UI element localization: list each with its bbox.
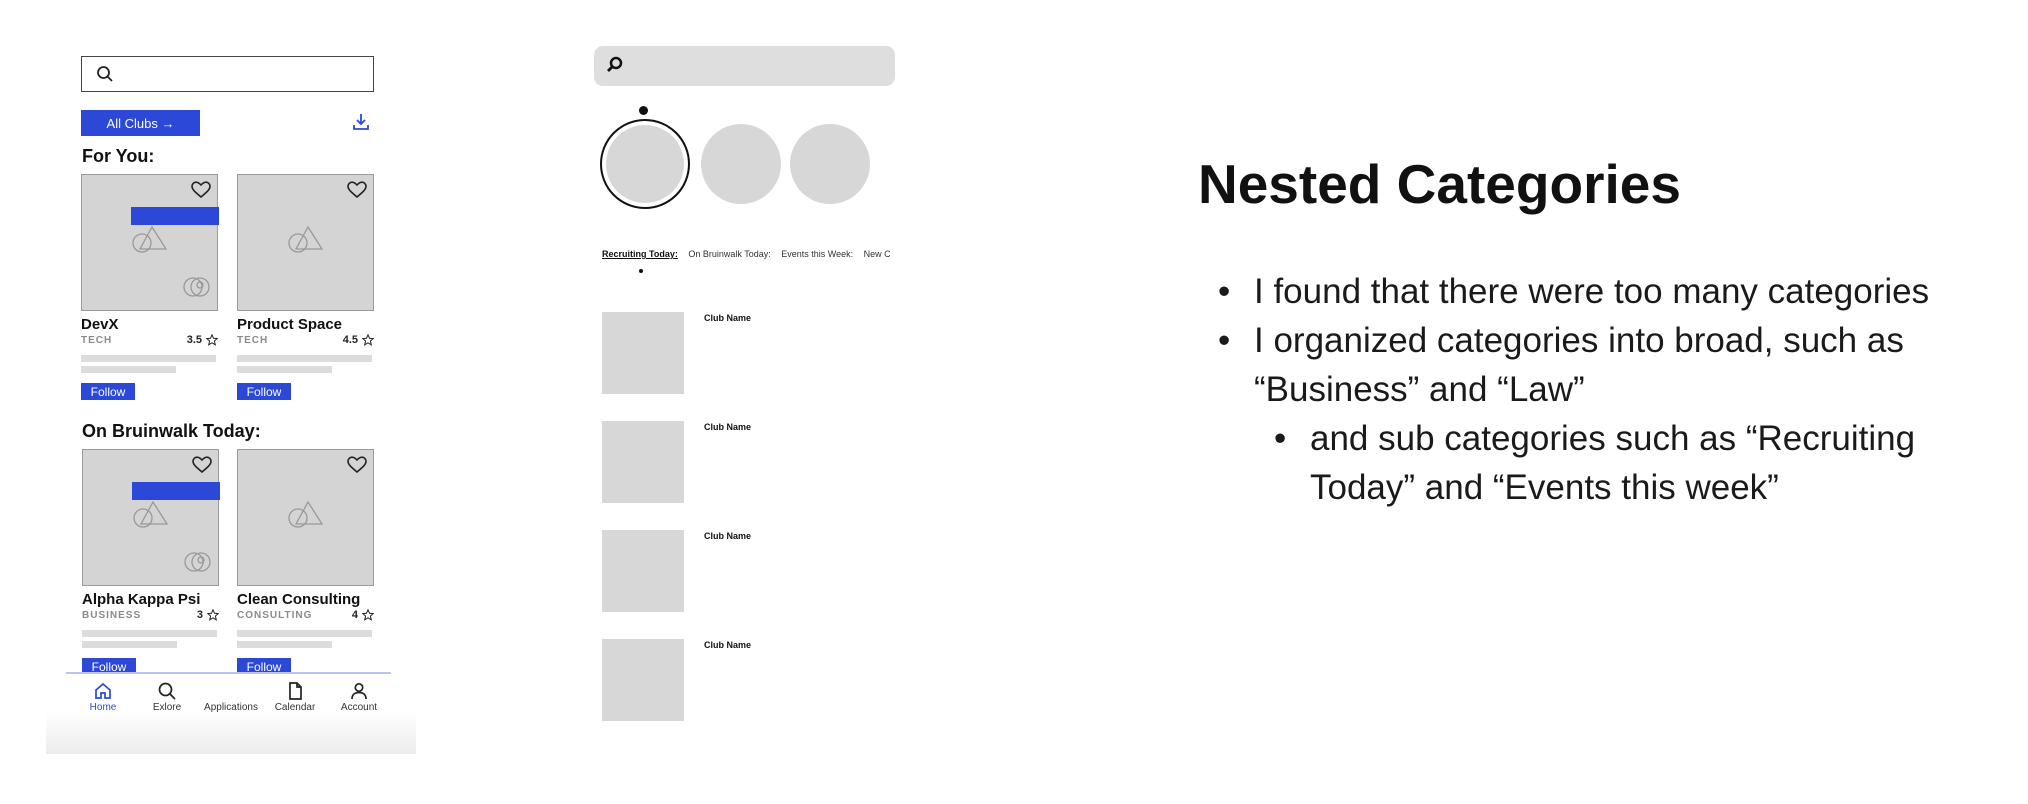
- rating-value: 4.5: [342, 334, 358, 346]
- text-placeholder-bar: [82, 641, 177, 648]
- search-icon: [96, 65, 114, 88]
- text-placeholder-bar: [237, 641, 332, 648]
- search-icon: [158, 682, 176, 700]
- club-list-name[interactable]: Club Name: [704, 640, 751, 650]
- club-name: Alpha Kappa Psi: [82, 591, 201, 608]
- slide-title: Nested Categories: [1198, 153, 1681, 215]
- club-rating: 3: [197, 609, 219, 621]
- club-image: [81, 174, 219, 311]
- featured-banner: [131, 207, 219, 225]
- club-image: [237, 174, 374, 311]
- search-icon: [605, 55, 625, 80]
- tab-active-indicator: [639, 269, 643, 273]
- rating-value: 3: [196, 609, 203, 621]
- text-placeholder-bar: [81, 366, 176, 373]
- story-active-indicator: [639, 106, 648, 115]
- nav-item-account[interactable]: Account: [324, 680, 394, 713]
- image-placeholder-icon: [288, 225, 324, 260]
- featured-banner: [132, 482, 220, 500]
- club-thumbnail[interactable]: [602, 530, 684, 612]
- club-list-name[interactable]: Club Name: [704, 422, 751, 432]
- star-icon: [206, 334, 218, 346]
- rating-value: 3.5: [186, 334, 202, 346]
- image-placeholder-icon: [288, 500, 324, 535]
- club-list-name[interactable]: Club Name: [704, 313, 751, 323]
- person-icon: [351, 682, 367, 700]
- bullet-item: I organized categories into broad, such …: [1218, 316, 1978, 414]
- star-icon: [362, 609, 374, 621]
- bullet-list: I found that there were too many categor…: [1218, 267, 1978, 512]
- club-card[interactable]: Product Space TECH 4.5 Follow: [237, 174, 374, 400]
- avatar-icon: [184, 550, 212, 579]
- text-placeholder-bar: [237, 630, 372, 637]
- club-name: Clean Consulting: [237, 591, 361, 608]
- document-icon: [289, 682, 302, 700]
- text-placeholder-bar: [237, 355, 372, 362]
- club-image: [237, 449, 374, 586]
- nav-item-applications[interactable]: Applications: [196, 680, 266, 713]
- club-image: [82, 449, 220, 586]
- story-circle[interactable]: [600, 119, 690, 209]
- story-circle[interactable]: [701, 124, 781, 204]
- club-category: CONSULTING: [237, 609, 313, 621]
- section-title-for-you: For You:: [82, 146, 155, 166]
- heart-icon[interactable]: [191, 181, 211, 204]
- tab-events-this-week[interactable]: Events this Week:: [781, 249, 853, 259]
- star-icon: [362, 334, 374, 346]
- bullet-item: I found that there were too many categor…: [1218, 267, 1978, 316]
- club-category: TECH: [81, 334, 113, 346]
- image-placeholder-icon: [132, 225, 168, 260]
- club-rating: 3.5: [187, 334, 218, 346]
- tab-new[interactable]: New C: [864, 249, 891, 259]
- club-list-name[interactable]: Club Name: [704, 531, 751, 541]
- club-category: TECH: [237, 334, 269, 346]
- club-thumbnail[interactable]: [602, 639, 684, 721]
- rating-value: 4: [351, 609, 358, 621]
- bottom-fade: [46, 712, 416, 754]
- text-placeholder-bar: [82, 630, 217, 637]
- heart-icon[interactable]: [192, 456, 212, 479]
- section-title-on-bruinwalk-today: On Bruinwalk Today:: [82, 421, 261, 441]
- follow-button[interactable]: Follow: [237, 383, 291, 400]
- heart-icon[interactable]: [347, 181, 367, 204]
- club-category: BUSINESS: [82, 609, 142, 621]
- nav-item-home[interactable]: Home: [68, 680, 138, 713]
- club-rating: 4: [352, 609, 374, 621]
- club-thumbnail[interactable]: [602, 421, 684, 503]
- all-clubs-button[interactable]: All Clubs →: [81, 110, 200, 136]
- story-circle[interactable]: [790, 124, 870, 204]
- tab-recruiting-today[interactable]: Recruiting Today:: [602, 249, 678, 259]
- home-icon: [95, 682, 111, 699]
- club-name: Product Space: [237, 316, 343, 333]
- nav-item-explore[interactable]: Exlore: [132, 680, 202, 713]
- club-card[interactable]: DevX TECH 3.5 Follow: [81, 174, 219, 400]
- category-tabs: Recruiting Today: On Bruinwalk Today: Ev…: [602, 249, 907, 269]
- tab-on-bruinwalk-today[interactable]: On Bruinwalk Today:: [688, 249, 770, 259]
- image-placeholder-icon: [133, 500, 169, 535]
- download-icon[interactable]: [351, 112, 371, 137]
- nav-item-calendar[interactable]: Calendar: [260, 680, 330, 713]
- avatar-icon: [183, 275, 211, 304]
- explore-search-input[interactable]: [594, 46, 895, 86]
- club-name: DevX: [81, 316, 119, 333]
- club-card[interactable]: Alpha Kappa Psi BUSINESS 3 Follow: [82, 449, 220, 675]
- phone-mockup-home: All Clubs → For You: DevX TECH 3.5 Follo…: [46, 40, 416, 754]
- follow-button[interactable]: Follow: [81, 383, 135, 400]
- club-rating: 4.5: [343, 334, 374, 346]
- text-placeholder-bar: [81, 355, 216, 362]
- club-thumbnail[interactable]: [602, 312, 684, 394]
- club-card[interactable]: Clean Consulting CONSULTING 4 Follow: [237, 449, 374, 675]
- search-input[interactable]: [81, 56, 374, 92]
- sub-bullet-item: and sub categories such as “Recruiting T…: [1274, 414, 1978, 512]
- heart-icon[interactable]: [347, 456, 367, 479]
- text-placeholder-bar: [237, 366, 332, 373]
- star-icon: [207, 609, 219, 621]
